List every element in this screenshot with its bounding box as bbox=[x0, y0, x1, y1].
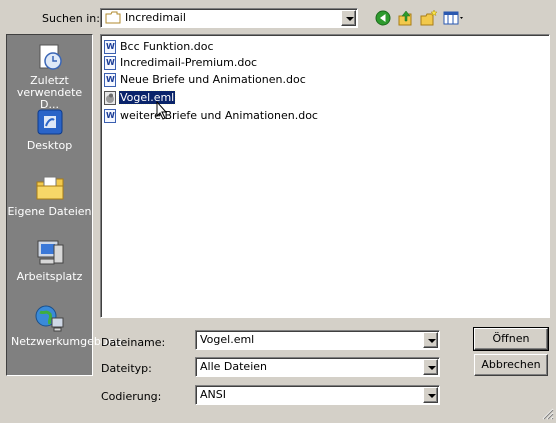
place-my-computer[interactable]: Arbeitsplatz bbox=[7, 237, 92, 283]
word-document-icon bbox=[104, 109, 116, 123]
place-network[interactable]: Netzwerkumgebung bbox=[7, 302, 122, 348]
word-document-icon bbox=[104, 40, 116, 54]
file-name: weitere Briefe und Animationen.doc bbox=[120, 109, 318, 122]
view-menu-icon[interactable] bbox=[443, 9, 467, 27]
word-document-icon bbox=[104, 56, 116, 70]
desktop-icon bbox=[34, 106, 66, 138]
email-file-icon bbox=[104, 91, 116, 105]
encoding-select[interactable]: ANSI bbox=[195, 385, 440, 405]
place-label: Desktop bbox=[26, 139, 73, 152]
filename-combobox[interactable]: Vogel.eml bbox=[195, 330, 440, 350]
look-in-value: Incredimail bbox=[125, 11, 186, 24]
place-label: Arbeitsplatz bbox=[16, 270, 83, 283]
file-name: Bcc Funktion.doc bbox=[120, 40, 214, 53]
folder-icon bbox=[105, 11, 121, 24]
back-icon[interactable] bbox=[374, 9, 392, 27]
filetype-value: Alle Dateien bbox=[200, 360, 267, 373]
chevron-down-icon[interactable] bbox=[341, 10, 356, 26]
resize-grip-icon[interactable] bbox=[541, 407, 554, 420]
place-my-documents[interactable]: Eigene Dateien bbox=[7, 172, 92, 218]
word-document-icon bbox=[104, 73, 116, 87]
filetype-label: Dateityp: bbox=[101, 362, 152, 375]
recent-documents-icon bbox=[34, 41, 66, 73]
look-in-combobox[interactable]: Incredimail bbox=[100, 8, 358, 28]
my-computer-icon bbox=[34, 237, 66, 269]
mouse-cursor-icon bbox=[156, 100, 168, 121]
open-button[interactable]: Öffnen bbox=[473, 327, 549, 351]
chevron-down-icon[interactable] bbox=[423, 332, 438, 348]
place-desktop[interactable]: Desktop bbox=[7, 106, 92, 152]
encoding-label: Codierung: bbox=[101, 390, 162, 403]
new-folder-icon[interactable] bbox=[420, 9, 438, 27]
filename-input[interactable]: Vogel.eml bbox=[200, 333, 254, 346]
filename-label: Dateiname: bbox=[101, 336, 166, 349]
my-documents-icon bbox=[34, 172, 66, 204]
look-in-label: Suchen in: bbox=[42, 12, 100, 25]
network-icon bbox=[34, 302, 66, 334]
file-name: Neue Briefe und Animationen.doc bbox=[120, 73, 306, 86]
place-recent[interactable]: Zuletzt verwendete D... bbox=[7, 41, 92, 111]
place-label: Eigene Dateien bbox=[7, 205, 92, 218]
file-name: Incredimail-Premium.doc bbox=[120, 56, 258, 69]
encoding-value: ANSI bbox=[200, 388, 226, 401]
up-folder-icon[interactable] bbox=[397, 9, 415, 27]
places-bar: Zuletzt verwendete D... Desktop Eigene D… bbox=[6, 34, 122, 376]
file-list[interactable]: Bcc Funktion.doc Incredimail-Premium.doc… bbox=[100, 34, 550, 318]
chevron-down-icon[interactable] bbox=[423, 359, 438, 375]
cancel-button[interactable]: Abbrechen bbox=[474, 354, 548, 376]
place-label: Netzwerkumgebung bbox=[11, 335, 122, 348]
chevron-down-icon[interactable] bbox=[423, 387, 438, 403]
filetype-select[interactable]: Alle Dateien bbox=[195, 357, 440, 377]
